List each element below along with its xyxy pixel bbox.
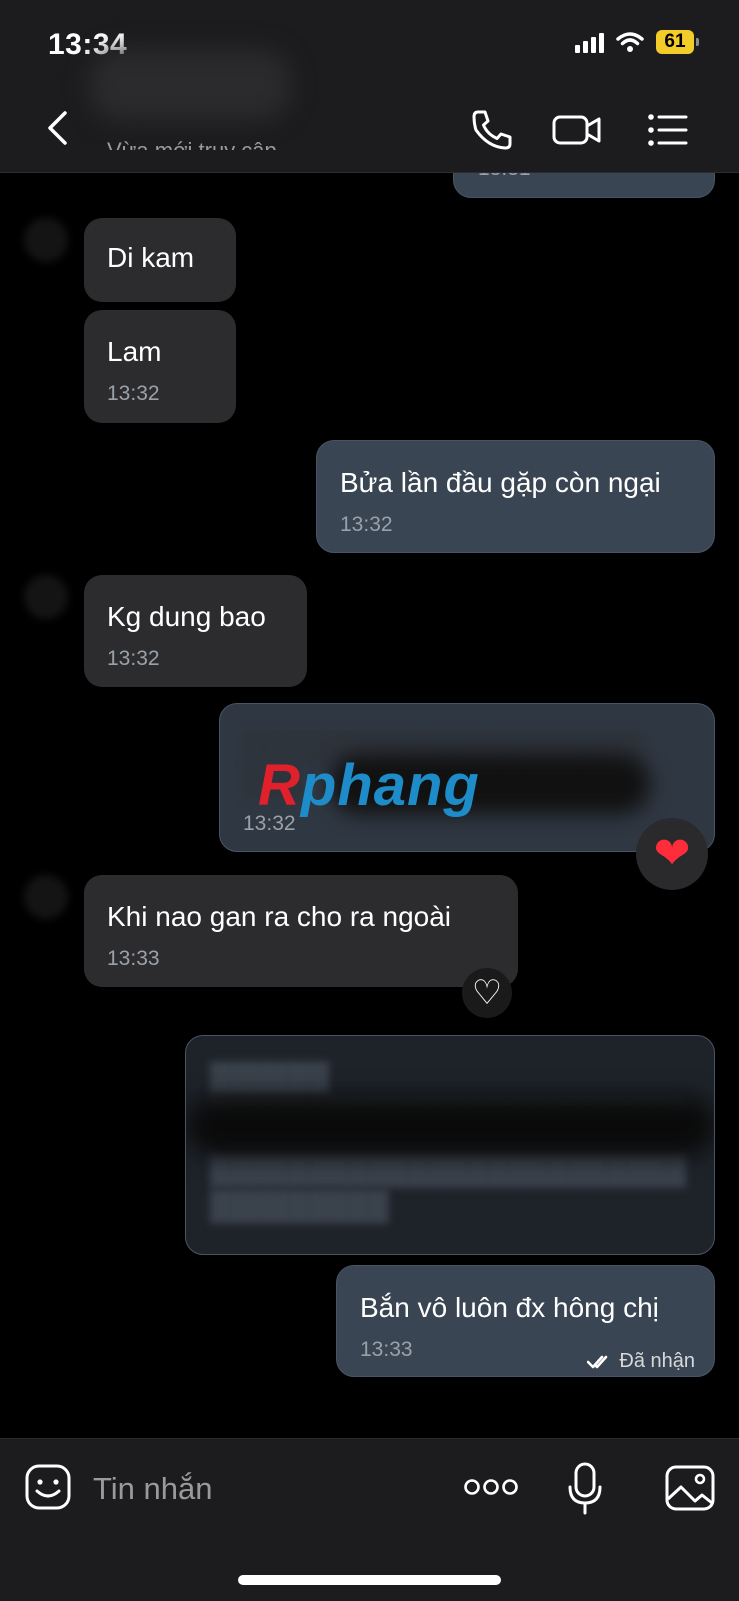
video-call-icon[interactable]	[552, 106, 602, 154]
header-overlay	[0, 150, 739, 173]
back-icon[interactable]	[40, 108, 80, 148]
status-icons: 61	[575, 30, 699, 54]
more-options-icon[interactable]	[463, 1477, 519, 1497]
message-text: Kg dung bao	[107, 601, 266, 632]
wifi-icon	[616, 32, 644, 52]
message-text: Bửa lần đầu gặp còn ngại	[340, 467, 661, 498]
message-outgoing-redacted[interactable]: ██████ ████████████████████████ ████████…	[185, 1035, 715, 1255]
battery-level: 61	[656, 30, 694, 54]
message-time: 13:33	[360, 1338, 413, 1361]
double-check-icon	[587, 1355, 608, 1368]
watermark-logo: Rphang	[258, 753, 480, 818]
message-text: Khi nao gan ra cho ra ngoài	[107, 901, 452, 932]
message-text: Di kam	[107, 242, 195, 273]
message-incoming[interactable]: Lam 13:32	[84, 310, 236, 423]
contact-avatar[interactable]	[24, 575, 68, 619]
image-gallery-icon[interactable]	[665, 1465, 715, 1511]
message-composer: Tin nhắn	[0, 1438, 739, 1601]
receipt-label: Đã nhận	[619, 1350, 695, 1372]
heart-reaction-icon[interactable]: ❤	[636, 818, 708, 890]
message-text: Lam	[107, 336, 162, 367]
battery-icon: 61	[656, 30, 699, 54]
home-indicator[interactable]	[238, 1575, 501, 1585]
message-time: 13:32	[107, 647, 160, 670]
message-input[interactable]: Tin nhắn	[93, 1471, 213, 1507]
contact-avatar[interactable]	[24, 875, 68, 919]
contact-avatar[interactable]	[24, 218, 68, 262]
redacted-text: █████████	[210, 1190, 389, 1221]
sticker-emoji-icon[interactable]	[24, 1463, 72, 1511]
microphone-icon[interactable]	[565, 1461, 605, 1517]
redacted-text: ██████	[210, 1062, 330, 1093]
phone-call-icon[interactable]	[468, 106, 516, 154]
message-incoming[interactable]: Di kam	[84, 218, 236, 302]
message-incoming[interactable]: Kg dung bao 13:32	[84, 575, 307, 687]
contact-name-redacted[interactable]	[90, 50, 290, 120]
message-time: 13:33	[107, 947, 160, 970]
message-time: 13:32	[340, 513, 393, 536]
message-incoming[interactable]: Khi nao gan ra cho ra ngoài 13:33	[84, 875, 518, 987]
message-time: 13:32	[107, 382, 160, 405]
cellular-signal-icon	[575, 31, 604, 53]
heart-outline-icon[interactable]: ♡	[462, 968, 512, 1018]
message-outgoing[interactable]: Bửa lần đầu gặp còn ngại 13:32	[316, 440, 715, 553]
menu-list-icon[interactable]	[644, 106, 692, 154]
delivery-receipt: Đã nhận	[587, 1350, 695, 1373]
message-text: Bắn vô luôn đx hông chị	[360, 1292, 659, 1323]
redacted-text: ████████████████████████	[210, 1154, 687, 1185]
